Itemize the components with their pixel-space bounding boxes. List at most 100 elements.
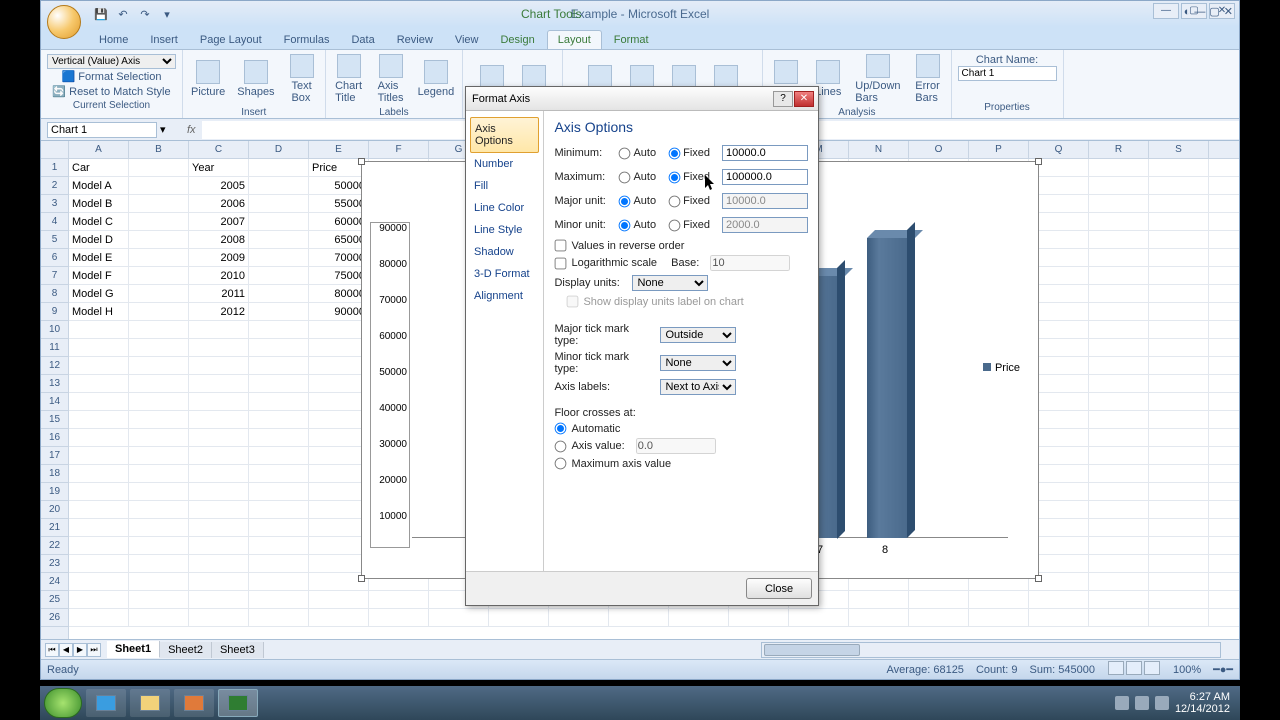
cell[interactable]	[1089, 195, 1149, 212]
chart-resize-handle[interactable]	[1035, 575, 1042, 582]
sheet-tab-3[interactable]: Sheet3	[212, 642, 264, 658]
cell[interactable]	[909, 591, 969, 608]
cell[interactable]	[609, 609, 669, 626]
row-header[interactable]: 5	[41, 231, 68, 249]
cell[interactable]	[129, 159, 189, 176]
cell[interactable]	[129, 501, 189, 518]
chart-legend[interactable]: Price	[983, 362, 1020, 374]
cell[interactable]	[129, 177, 189, 194]
cell[interactable]	[189, 555, 249, 572]
cell[interactable]	[249, 483, 309, 500]
name-box[interactable]	[47, 122, 157, 138]
cell[interactable]	[1089, 357, 1149, 374]
cell[interactable]	[129, 213, 189, 230]
cell[interactable]	[1149, 591, 1209, 608]
updown-bars-button[interactable]: Up/Down Bars	[851, 52, 904, 106]
cell[interactable]	[1149, 573, 1209, 590]
cell[interactable]: 50000	[309, 177, 369, 194]
cell[interactable]	[189, 375, 249, 392]
cell[interactable]: 2011	[189, 285, 249, 302]
cell[interactable]	[309, 465, 369, 482]
cell[interactable]	[249, 519, 309, 536]
cell[interactable]	[309, 393, 369, 410]
cell[interactable]: 65000	[309, 231, 369, 248]
cell[interactable]	[189, 537, 249, 554]
cell[interactable]	[249, 447, 309, 464]
row-header[interactable]: 15	[41, 411, 68, 429]
cell[interactable]	[669, 609, 729, 626]
nav-number[interactable]: Number	[470, 153, 539, 175]
cell[interactable]	[129, 357, 189, 374]
cell[interactable]	[129, 195, 189, 212]
column-header[interactable]: N	[849, 141, 909, 158]
cell[interactable]	[1149, 249, 1209, 266]
tray-network-icon[interactable]	[1135, 696, 1149, 710]
cell[interactable]	[69, 339, 129, 356]
sheet-nav-next[interactable]: ▶	[73, 643, 87, 657]
cell[interactable]	[1149, 483, 1209, 500]
chart-element-selector[interactable]: Vertical (Value) Axis	[47, 54, 176, 69]
taskbar-explorer-icon[interactable]	[130, 689, 170, 717]
cell[interactable]	[1089, 285, 1149, 302]
cell[interactable]	[309, 591, 369, 608]
cell[interactable]	[249, 555, 309, 572]
cell[interactable]: 2012	[189, 303, 249, 320]
chart-resize-handle[interactable]	[358, 575, 365, 582]
cell[interactable]	[129, 303, 189, 320]
cell[interactable]	[1149, 465, 1209, 482]
cell[interactable]	[1149, 375, 1209, 392]
cell[interactable]	[1149, 519, 1209, 536]
cell[interactable]	[1149, 195, 1209, 212]
reset-style-button[interactable]: 🔄 Reset to Match Style	[52, 84, 170, 99]
help-icon[interactable]: ◐	[1184, 6, 1191, 18]
cell[interactable]: 80000	[309, 285, 369, 302]
row-header[interactable]: 19	[41, 483, 68, 501]
floor-auto-radio[interactable]	[555, 423, 567, 435]
cell[interactable]: 2010	[189, 267, 249, 284]
tab-page-layout[interactable]: Page Layout	[190, 31, 272, 49]
cell[interactable]	[369, 591, 429, 608]
cell[interactable]	[1149, 411, 1209, 428]
cell[interactable]	[129, 231, 189, 248]
cell[interactable]	[249, 537, 309, 554]
row-header[interactable]: 9	[41, 303, 68, 321]
cell[interactable]	[189, 465, 249, 482]
cell[interactable]	[249, 591, 309, 608]
row-header[interactable]: 4	[41, 213, 68, 231]
major-input[interactable]	[722, 193, 808, 209]
cell[interactable]	[189, 483, 249, 500]
display-units-select[interactable]: None	[632, 275, 708, 291]
cell[interactable]	[189, 609, 249, 626]
cell[interactable]	[129, 447, 189, 464]
cell[interactable]	[189, 411, 249, 428]
tray-volume-icon[interactable]	[1155, 696, 1169, 710]
cell[interactable]	[309, 609, 369, 626]
cell[interactable]: 2009	[189, 249, 249, 266]
major-auto-radio[interactable]	[619, 195, 631, 207]
cell[interactable]	[69, 447, 129, 464]
dialog-close-button[interactable]: ✕	[794, 91, 814, 107]
cell[interactable]	[249, 375, 309, 392]
fx-icon[interactable]: fx	[181, 124, 202, 136]
cell[interactable]	[849, 609, 909, 626]
cell[interactable]	[1149, 393, 1209, 410]
cell[interactable]	[129, 519, 189, 536]
cell[interactable]	[309, 483, 369, 500]
cell[interactable]	[249, 411, 309, 428]
cell[interactable]	[69, 609, 129, 626]
cell[interactable]	[1089, 339, 1149, 356]
cell[interactable]	[249, 465, 309, 482]
cell[interactable]	[249, 339, 309, 356]
row-header[interactable]: 17	[41, 447, 68, 465]
row-header[interactable]: 12	[41, 357, 68, 375]
minimize-button[interactable]: —	[1153, 3, 1179, 19]
cell[interactable]	[1149, 609, 1209, 626]
cell[interactable]	[249, 609, 309, 626]
sheet-tab-1[interactable]: Sheet1	[107, 641, 160, 658]
cell[interactable]	[1089, 231, 1149, 248]
column-header[interactable]: Q	[1029, 141, 1089, 158]
ribbon-restore-icon[interactable]: ▢	[1209, 5, 1219, 18]
cell[interactable]	[189, 591, 249, 608]
cell[interactable]: 90000	[309, 303, 369, 320]
cell[interactable]	[729, 609, 789, 626]
